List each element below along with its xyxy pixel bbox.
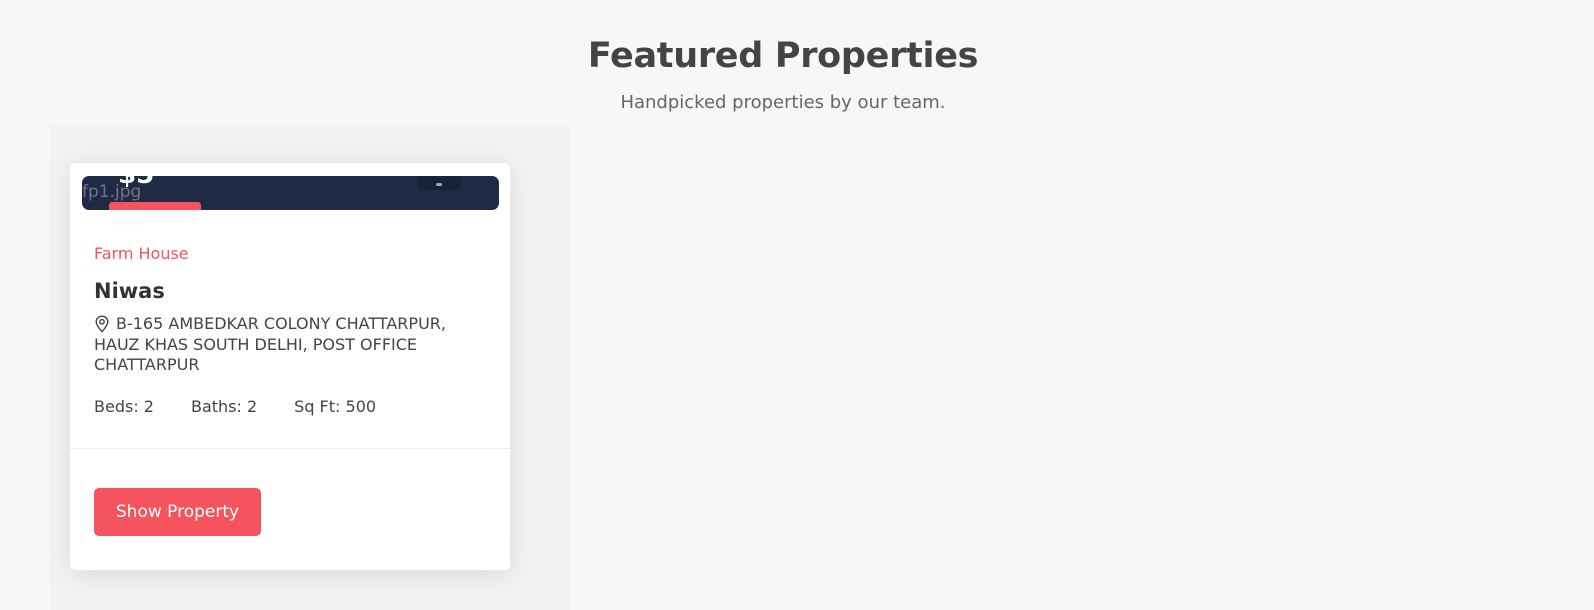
card-body: Farm House Niwas B-165 AMBEDKAR COLONY C… [94, 243, 489, 418]
featured-properties-header: Featured Properties Handpicked propertie… [0, 30, 1566, 116]
property-image[interactable]: fp1.jpg $5 [82, 176, 499, 210]
property-stats: Beds: 2 Baths: 2 Sq Ft: 500 [94, 396, 489, 418]
card-divider [70, 448, 510, 449]
show-property-button[interactable]: Show Property [94, 488, 261, 536]
favorite-button[interactable] [417, 176, 461, 190]
property-address: B-165 AMBEDKAR COLONY CHATTARPUR, HAUZ K… [94, 314, 489, 376]
property-name[interactable]: Niwas [94, 277, 489, 305]
status-badge [109, 202, 201, 210]
property-address-text: B-165 AMBEDKAR COLONY CHATTARPUR, HAUZ K… [94, 314, 446, 374]
baths-count: Baths: 2 [190, 396, 258, 416]
map-pin-icon [95, 315, 109, 333]
sqft-count: Sq Ft: 500 [294, 396, 377, 416]
section-subtitle: Handpicked properties by our team. [620, 92, 946, 113]
section-title: Featured Properties [587, 36, 979, 76]
beds-count: Beds: 2 [94, 396, 154, 416]
property-card: fp1.jpg $5 Farm House Niwas B-165 AMBEDK… [70, 163, 510, 570]
property-type[interactable]: Farm House [94, 243, 489, 265]
property-price: $5 [118, 176, 154, 190]
